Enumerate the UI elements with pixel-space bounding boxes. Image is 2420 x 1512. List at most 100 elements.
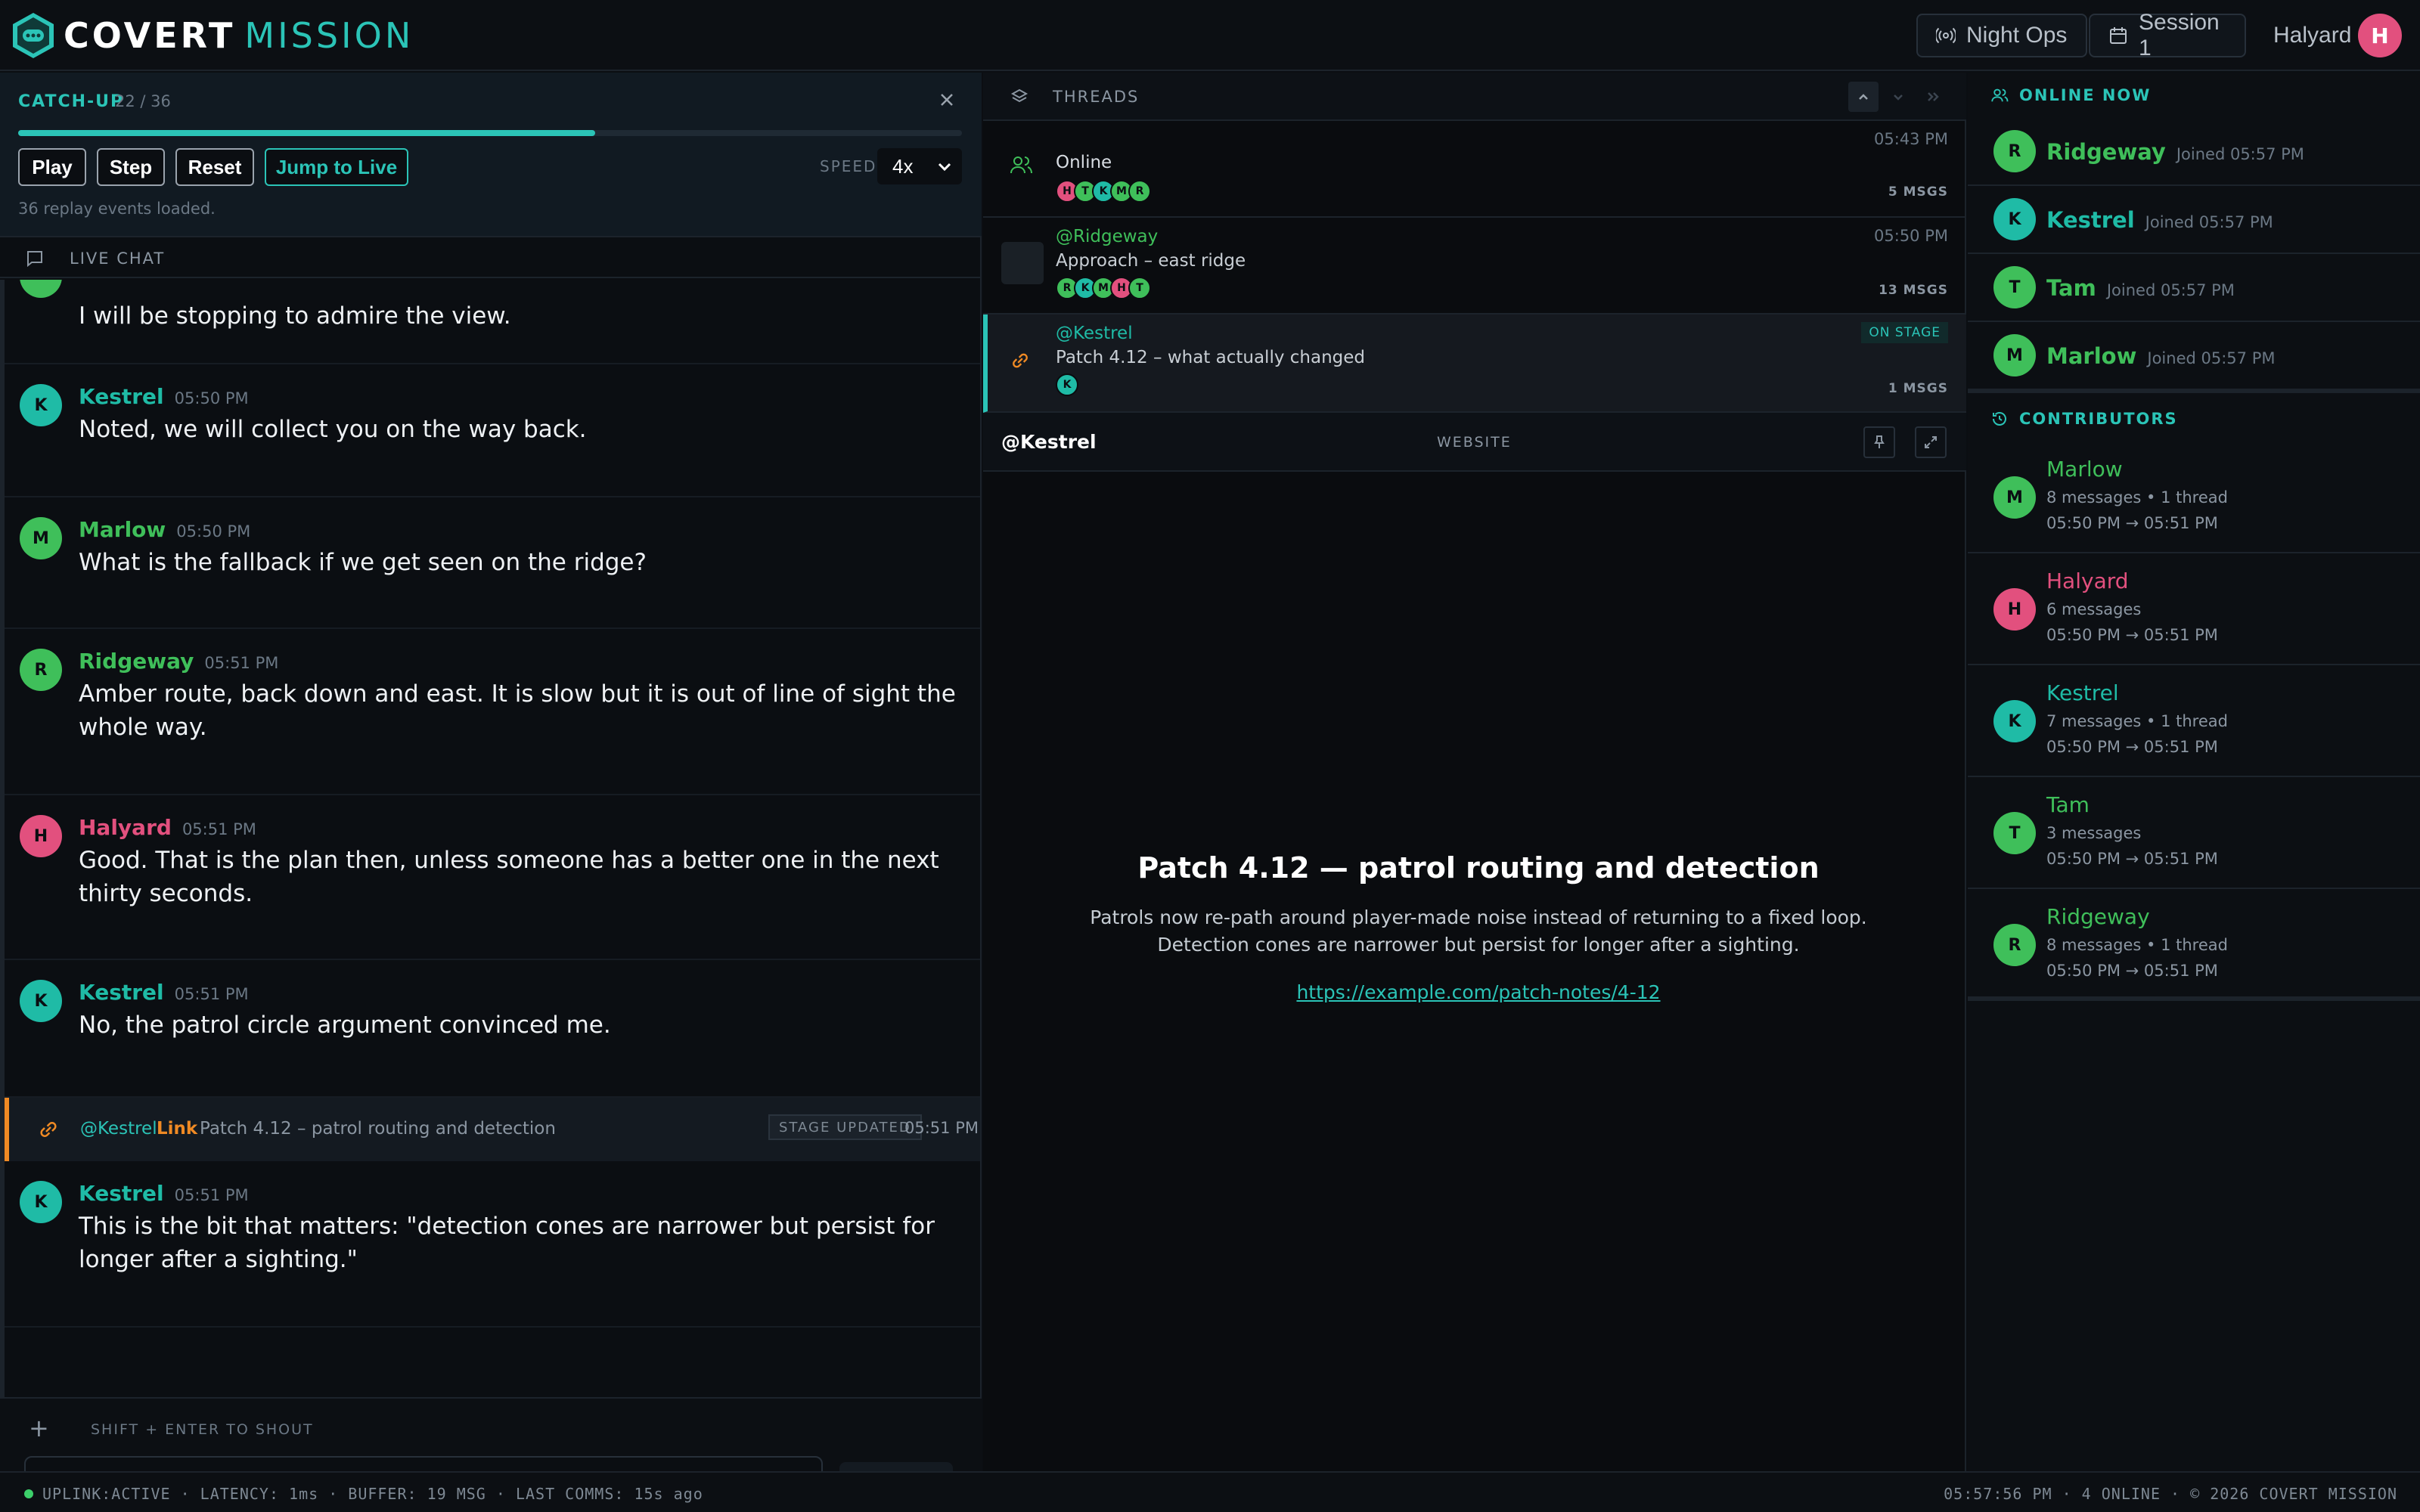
preview-description: Patrols now re-path around player-made n… (1051, 904, 1906, 959)
chevron-up-icon[interactable] (1848, 82, 1879, 112)
contributor-name: Marlow (2046, 457, 2123, 482)
user-avatar[interactable]: H (2358, 14, 2402, 57)
step-button[interactable]: Step (97, 148, 165, 186)
session-button[interactable]: Session 1 (2089, 10, 2246, 60)
message-author[interactable]: Halyard 05:51 PM (79, 815, 256, 840)
expand-icon[interactable] (1915, 426, 1947, 458)
avatar: K (1993, 700, 2036, 742)
chat-message: M Marlow 05:50 PM What is the fallback if… (5, 497, 980, 629)
thread-subtitle: Patch 4.12 – what actually changed (1056, 348, 1366, 367)
replay-progress-bar[interactable] (18, 130, 962, 136)
jump-to-live-button[interactable]: Jump to Live (265, 148, 408, 186)
thread-message-count: 1 MSGS (1888, 381, 1948, 396)
reset-button[interactable]: Reset (175, 148, 254, 186)
contributor-item[interactable]: M Marlow 8 messages • 1 thread 05:50 PM … (1968, 442, 2420, 553)
link-icon (36, 1117, 60, 1142)
live-chat-header: LIVE CHAT (0, 239, 982, 278)
stage-update-event[interactable]: @Kestrel Link Patch 4.12 – patrol routin… (5, 1098, 980, 1161)
author-name: Marlow (79, 517, 166, 542)
message-author[interactable]: Marlow 05:50 PM (79, 517, 250, 542)
thread-name: Online (1056, 153, 1112, 172)
contributor-stats: 3 messages (2046, 824, 2142, 842)
online-user[interactable]: K Kestrel Joined 05:57 PM (1968, 186, 2420, 254)
speed-select[interactable]: 4x (877, 148, 962, 184)
contributor-name: Tam (2046, 792, 2090, 817)
close-icon[interactable] (935, 88, 959, 112)
avatar: H (1993, 588, 2036, 631)
shout-hint: SHIFT + ENTER TO SHOUT (91, 1421, 314, 1438)
online-now-title: ONLINE NOW (2019, 86, 2152, 104)
avatar: R (1993, 130, 2036, 172)
speed-value: 4x (892, 154, 914, 178)
message-text: This is the bit that matters: "detection… (79, 1213, 935, 1273)
contributor-item[interactable]: T Tam 3 messages 05:50 PM → 05:51 PM (1968, 777, 2420, 889)
catchup-panel: CATCH-UP 22 / 36 Play Step Reset Jump to… (0, 73, 982, 237)
chevron-down-icon[interactable] (1883, 82, 1913, 112)
speed-label: SPEED (820, 157, 877, 175)
thread-thumbnail (1001, 242, 1044, 284)
thread-item-online[interactable]: Online 05:43 PM H T K M R 5 MSGS (983, 122, 1966, 218)
night-ops-label: Night Ops (1966, 23, 2068, 48)
thread-name: @Ridgeway (1056, 227, 1159, 246)
online-user[interactable]: R Ridgeway Joined 05:57 PM (1968, 118, 2420, 186)
message-author[interactable]: Kestrel 05:51 PM (79, 980, 249, 1005)
threads-header: THREADS (983, 73, 1966, 121)
contributors-header: CONTRIBUTORS (1968, 396, 2420, 440)
user-name: Tam (2046, 275, 2096, 301)
message-text: Amber route, back down and east. It is s… (79, 680, 956, 741)
contributors-title: CONTRIBUTORS (2019, 410, 2178, 428)
joined-time: Joined 05:57 PM (2176, 145, 2304, 163)
users-icon (1009, 153, 1033, 177)
thread-message-count: 5 MSGS (1888, 184, 1948, 200)
preview-link[interactable]: https://example.com/patch-notes/4-12 (1051, 981, 1906, 1003)
contributor-item[interactable]: H Halyard 6 messages 05:50 PM → 05:51 PM (1968, 553, 2420, 665)
chat-message: I will be stopping to admire the view. (5, 280, 980, 364)
thread-subtitle: Approach – east ridge (1056, 251, 1246, 271)
user-name: Kestrel (2046, 207, 2135, 233)
contributor-range: 05:50 PM → 05:51 PM (2046, 850, 2218, 868)
contributor-stats: 7 messages • 1 thread (2046, 712, 2228, 730)
broadcast-icon (1936, 26, 1956, 45)
thread-item-ridgeway[interactable]: @Ridgeway Approach – east ridge 05:50 PM… (983, 218, 1966, 314)
online-user[interactable]: T Tam Joined 05:57 PM (1968, 254, 2420, 322)
avatar: K (1056, 373, 1078, 396)
online-user[interactable]: M Marlow Joined 05:57 PM (1968, 322, 2420, 393)
message-author[interactable]: Ridgeway 05:51 PM (79, 649, 278, 674)
night-ops-button[interactable]: Night Ops (1916, 14, 2087, 57)
contributor-item[interactable]: K Kestrel 7 messages • 1 thread 05:50 PM… (1968, 665, 2420, 777)
play-button[interactable]: Play (18, 148, 86, 186)
message-author[interactable]: Kestrel 05:50 PM (79, 384, 249, 409)
contributor-range: 05:50 PM → 05:51 PM (2046, 738, 2218, 756)
message-text: What is the fallback if we get seen on t… (79, 549, 647, 576)
message-author[interactable]: Kestrel 05:51 PM (79, 1181, 249, 1206)
stage-type: WEBSITE (1437, 434, 1512, 451)
status-right: 05:57:56 PM · 4 ONLINE · © 2026 COVERT M… (1944, 1485, 2397, 1503)
avatar: T (1993, 812, 2036, 854)
plus-icon[interactable]: + (29, 1414, 49, 1442)
users-icon (1990, 86, 2009, 104)
avatar: K (20, 384, 62, 426)
session-label: Session 1 (2139, 10, 2220, 60)
avatar: H (20, 815, 62, 857)
thread-participants: H T K M R (1056, 180, 1151, 203)
chat-message: H Halyard 05:51 PM Good. That is the plan… (5, 795, 980, 960)
avatar: M (1993, 334, 2036, 376)
status-left: UPLINK:ACTIVE · LATENCY: 1ms · BUFFER: 1… (42, 1485, 703, 1503)
online-user-name: Marlow Joined 05:57 PM (2046, 343, 2275, 369)
chat-message: K Kestrel 05:51 PM No, the patrol circle … (5, 960, 980, 1098)
chat-message: K Kestrel 05:50 PM Noted, we will collect… (5, 364, 980, 497)
event-author[interactable]: @Kestrel (80, 1119, 157, 1139)
author-name: Halyard (79, 815, 172, 840)
presence-panel: ONLINE NOW R Ridgeway Joined 05:57 PM K K… (1968, 73, 2420, 1471)
on-stage-badge: ON STAGE (1861, 322, 1948, 343)
joined-time: Joined 05:57 PM (2147, 349, 2276, 367)
thread-item-kestrel[interactable]: @Kestrel Patch 4.12 – what actually chan… (983, 314, 1966, 413)
double-chevron-right-icon[interactable] (1918, 82, 1948, 112)
preview-line: Patrols now re-path around player-made n… (1090, 906, 1867, 928)
contributor-item[interactable]: R Ridgeway 8 messages • 1 thread 05:50 P… (1968, 889, 2420, 1001)
status-bar: UPLINK:ACTIVE · LATENCY: 1ms · BUFFER: 1… (0, 1471, 2420, 1512)
calendar-icon (2108, 26, 2128, 45)
message-list[interactable]: I will be stopping to admire the view. K… (0, 280, 980, 1397)
chat-message: R Ridgeway 05:51 PM Amber route, back dow… (5, 629, 980, 795)
pin-icon[interactable] (1863, 426, 1895, 458)
